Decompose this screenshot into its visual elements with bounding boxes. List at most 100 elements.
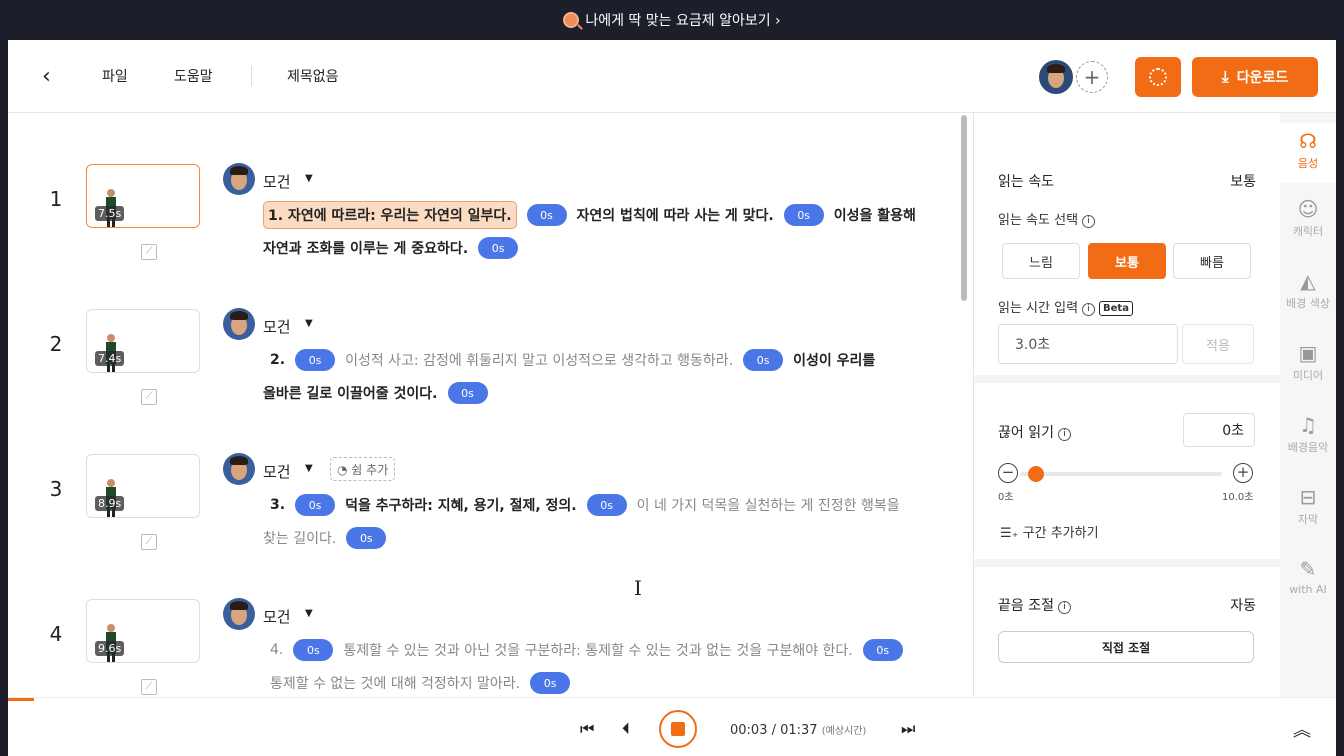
pause-pill[interactable]: 0s <box>586 494 627 516</box>
pause-pill[interactable]: 0s <box>447 382 488 404</box>
script-line[interactable]: 1. 자연에 따르라: 우리는 자연의 일부다. 0s 자연의 법칙에 따라 사… <box>263 201 916 229</box>
script-line[interactable]: 찾는 길이다. 0s <box>263 524 396 552</box>
add-collaborator-button[interactable]: + <box>1076 61 1108 93</box>
break-value-input[interactable]: 0초 <box>1183 413 1255 447</box>
speaker-dropdown-icon[interactable]: ▼ <box>305 608 313 619</box>
info-icon[interactable]: i <box>1057 601 1071 614</box>
script-line[interactable]: 자연과 조화를 이루는 게 중요하다. 0s <box>263 234 528 262</box>
sentence[interactable]: 자연의 법칙에 따라 사는 게 맞다. <box>577 205 774 225</box>
speaker-name[interactable]: 모건 <box>263 461 291 482</box>
edit-scene-icon[interactable]: ⟋ <box>141 244 157 260</box>
next-icon[interactable]: ⏭ <box>901 719 915 739</box>
highlighted-sentence[interactable]: 1. 자연에 따르라: 우리는 자연의 일부다. <box>263 201 517 229</box>
pause-pill[interactable]: 0s <box>530 672 571 694</box>
previous-icon[interactable]: ⏴ <box>622 719 630 739</box>
manual-adjust-button[interactable]: 직접 조절 <box>998 631 1254 663</box>
speaker-name[interactable]: 모건 <box>263 171 291 192</box>
script-scrollbar[interactable] <box>961 115 967 301</box>
speed-slow-button[interactable]: 느림 <box>1002 243 1080 279</box>
rail-subtitle[interactable]: ⊟ 자막 <box>1280 485 1336 527</box>
sentence[interactable]: 통제할 수 있는 것과 아닌 것을 구분하라: 통제할 수 있는 것과 없는 것… <box>343 640 852 660</box>
sentence[interactable]: 이성이 우리를 <box>793 350 875 370</box>
rail-background-color[interactable]: ◭ 배경 색상 <box>1280 269 1336 311</box>
sentence[interactable]: 이성을 활용해 <box>834 205 916 225</box>
speaker-avatar[interactable] <box>223 163 255 195</box>
speaker-dropdown-icon[interactable]: ▼ <box>305 463 313 474</box>
promo-banner-text[interactable]: 나에게 딱 맞는 요금제 알아보기 › <box>585 10 780 30</box>
rail-with-ai[interactable]: ✎ with AI <box>1280 557 1336 596</box>
script-row-3[interactable]: 3 8.9s ⟋ 모건 ▼ ◔ 쉼 추가 3. 0s 덕을 추구하라: 지혜, … <box>8 453 960 598</box>
rail-music[interactable]: ♫ 배경음악 <box>1280 413 1336 455</box>
promo-banner[interactable]: 나에게 딱 맞는 요금제 알아보기 › <box>0 0 1344 40</box>
sentence[interactable]: 자연과 조화를 이루는 게 중요하다. <box>263 238 468 258</box>
script-line[interactable]: 통제할 수 없는 것에 대해 걱정하지 말아라. 0s <box>270 669 580 697</box>
menu-help[interactable]: 도움말 <box>174 66 213 86</box>
speaker-dropdown-icon[interactable]: ▼ <box>305 173 313 184</box>
pause-pill[interactable]: 0s <box>862 639 903 661</box>
download-button[interactable]: ⤓ 다운로드 <box>1192 57 1318 97</box>
speed-value: 보통 <box>1230 174 1256 190</box>
ending-value: 자동 <box>1230 598 1256 614</box>
project-title[interactable]: 제목없음 <box>287 66 339 86</box>
pause-pill[interactable]: 0s <box>783 204 824 226</box>
script-line[interactable]: 2. 0s 이성적 사고: 감정에 휘둘리지 말고 이성적으로 생각하고 행동하… <box>270 346 875 374</box>
sentence[interactable]: 덕을 추구하라: 지혜, 용기, 절제, 정의. <box>345 495 577 515</box>
script-line[interactable]: 올바른 길로 이끌어줄 것이다. 0s <box>263 379 498 407</box>
image-icon: ▣ <box>1298 341 1318 365</box>
info-icon[interactable]: i <box>1082 303 1096 316</box>
speaker-name[interactable]: 모건 <box>263 316 291 337</box>
rail-character[interactable]: ☺ 캐릭터 <box>1280 197 1336 239</box>
script-line[interactable]: 3. 0s 덕을 추구하라: 지혜, 용기, 절제, 정의. 0s 이 네 가지… <box>270 491 900 519</box>
edit-scene-icon[interactable]: ⟋ <box>141 389 157 405</box>
info-icon[interactable]: i <box>1057 428 1071 441</box>
scene-thumbnail[interactable]: 9.6s <box>86 599 200 663</box>
pause-pill[interactable]: 0s <box>346 527 387 549</box>
pause-pill[interactable]: 0s <box>478 237 519 259</box>
skip-to-start-icon[interactable]: ⏮ <box>580 719 594 739</box>
sentence[interactable]: 이성적 사고: 감정에 휘둘리지 말고 이성적으로 생각하고 행동하라. <box>345 350 733 370</box>
script-row-2[interactable]: 2 7.4s ⟋ 모건 ▼ 2. 0s 이성적 사고: 감정에 휘둘리지 말고 … <box>8 308 960 453</box>
reading-time-input[interactable]: 3.0초 <box>998 324 1178 364</box>
pause-pill[interactable]: 0s <box>295 494 336 516</box>
sentence[interactable]: 이 네 가지 덕목을 실천하는 게 진정한 행복을 <box>637 495 900 515</box>
speaker-avatar[interactable] <box>223 453 255 485</box>
break-slider-knob[interactable] <box>1028 466 1044 482</box>
pause-pill[interactable]: 0s <box>293 639 334 661</box>
user-avatar[interactable] <box>1039 60 1073 94</box>
loading-button[interactable] <box>1135 57 1181 97</box>
speed-fast-button[interactable]: 빠름 <box>1173 243 1251 279</box>
script-row-1[interactable]: 1 7.5s ⟋ 모건 ▼ 1. 자연에 따르라: 우리는 자연의 일부다. 0… <box>8 163 960 308</box>
pause-pill[interactable]: 0s <box>743 349 784 371</box>
speaker-avatar[interactable] <box>223 598 255 630</box>
add-rest-chip[interactable]: ◔ 쉼 추가 <box>330 457 396 481</box>
add-section-button[interactable]: ☰₊ 구간 추가하기 <box>1000 522 1099 541</box>
speaker-dropdown-icon[interactable]: ▼ <box>305 318 313 329</box>
increase-icon[interactable]: + <box>1233 463 1253 483</box>
break-slider-track[interactable] <box>1020 472 1222 476</box>
edit-scene-icon[interactable]: ⟋ <box>141 534 157 550</box>
stop-button[interactable] <box>659 710 697 748</box>
speed-normal-button[interactable]: 보통 <box>1088 243 1166 279</box>
script-row-4[interactable]: 4 9.6s ⟋ 모건 ▼ 4. 0s 통제할 수 있는 것과 아닌 것을 구분… <box>8 598 960 697</box>
edit-scene-icon[interactable]: ⟋ <box>141 679 157 695</box>
sentence[interactable]: 올바른 길로 이끌어줄 것이다. <box>263 383 438 403</box>
expand-up-icon[interactable]: ︽ <box>1293 716 1311 742</box>
apply-button[interactable]: 적용 <box>1182 324 1254 364</box>
playback-progress[interactable] <box>8 698 34 701</box>
scene-thumbnail[interactable]: 7.5s <box>86 164 200 228</box>
script-line[interactable]: 4. 0s 통제할 수 있는 것과 아닌 것을 구분하라: 통제할 수 있는 것… <box>270 636 913 664</box>
speaker-avatar[interactable] <box>223 308 255 340</box>
menu-file[interactable]: 파일 <box>102 66 128 86</box>
sentence[interactable]: 통제할 수 없는 것에 대해 걱정하지 말아라. <box>270 673 520 693</box>
info-icon[interactable]: i <box>1082 215 1096 228</box>
scene-thumbnail[interactable]: 8.9s <box>86 454 200 518</box>
back-arrow-icon[interactable]: ‹ <box>42 64 51 89</box>
rail-media[interactable]: ▣ 미디어 <box>1280 341 1336 383</box>
pause-pill[interactable]: 0s <box>295 349 336 371</box>
scene-thumbnail[interactable]: 7.4s <box>86 309 200 373</box>
rail-voice[interactable]: ☊ 음성 <box>1280 123 1336 183</box>
pause-pill[interactable]: 0s <box>526 204 567 226</box>
speaker-name[interactable]: 모건 <box>263 606 291 627</box>
sentence[interactable]: 찾는 길이다. <box>263 528 336 548</box>
decrease-icon[interactable]: − <box>998 463 1018 483</box>
